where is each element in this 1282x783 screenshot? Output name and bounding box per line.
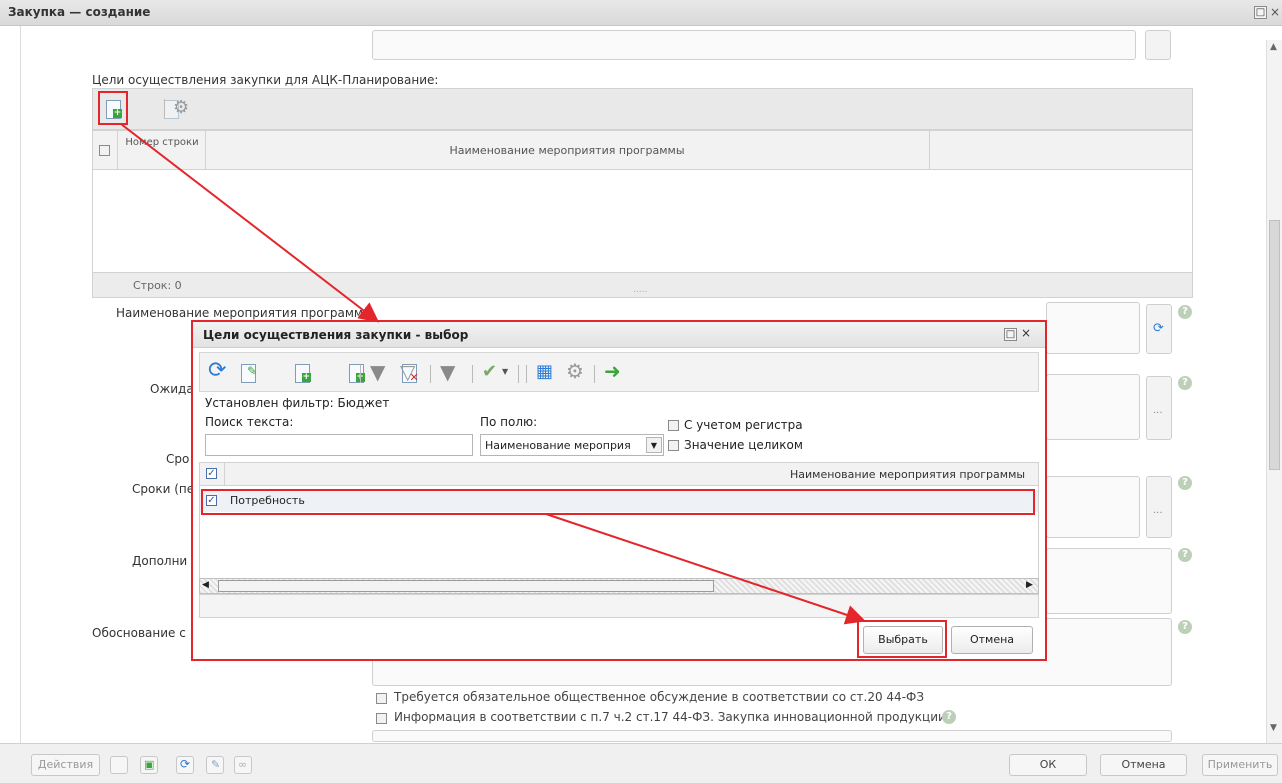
actions-button[interactable]: Действия: [31, 754, 100, 776]
link-icon[interactable]: ∞: [234, 756, 252, 774]
attach-icon[interactable]: ✎: [206, 756, 224, 774]
cancel-button[interactable]: Отмена: [1100, 754, 1187, 776]
green-doc-icon[interactable]: ▣: [140, 756, 158, 774]
refresh-icon[interactable]: ⟳: [176, 756, 194, 774]
apply-button[interactable]: Применить: [1202, 754, 1278, 776]
bottom-bar: Действия ▣ ⟳ ✎ ∞ ОК Отмена Применить: [0, 743, 1282, 783]
arrow-to-dialog: [120, 123, 380, 323]
annotation-arrows: [120, 123, 866, 625]
arrow-to-select: [545, 513, 866, 625]
doc-icon[interactable]: [110, 756, 128, 774]
ok-button[interactable]: ОК: [1009, 754, 1087, 776]
